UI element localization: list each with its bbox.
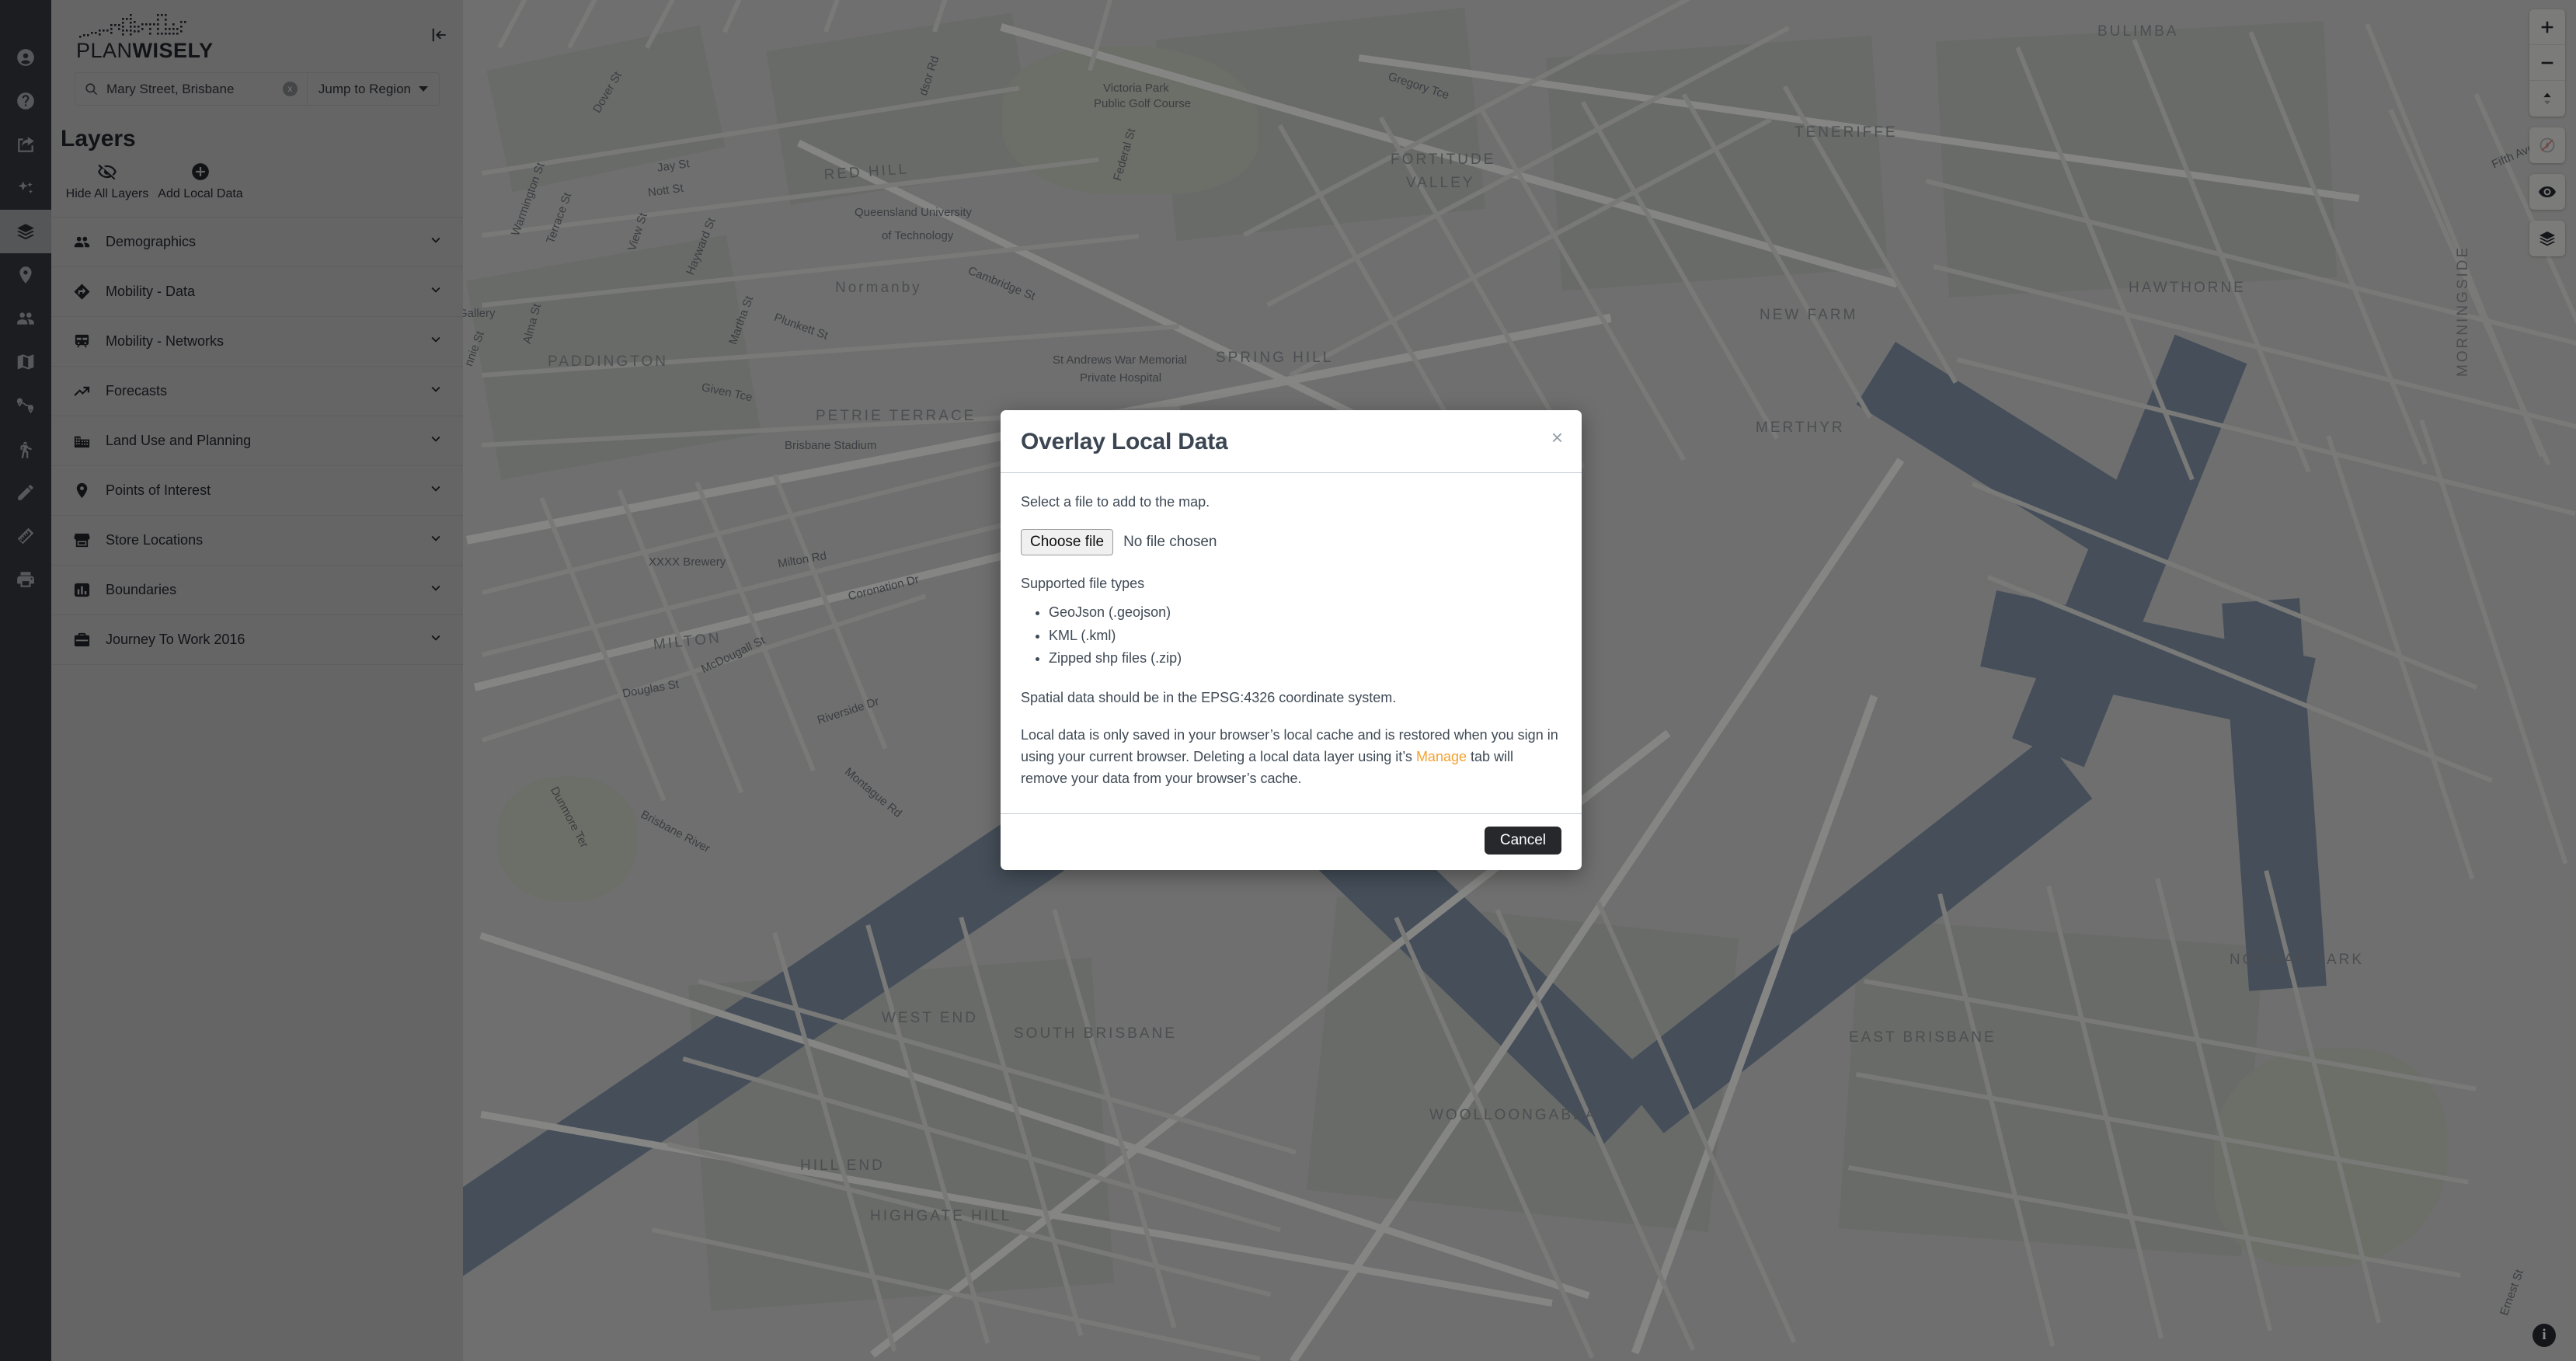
choose-file-button[interactable]: Choose file xyxy=(1021,528,1114,555)
list-item: GeoJson (.geojson) xyxy=(1049,601,1561,625)
dialog-footer: Cancel xyxy=(1001,813,1582,870)
dialog-header: Overlay Local Data × xyxy=(1001,410,1582,473)
close-icon[interactable]: × xyxy=(1551,427,1563,447)
list-item: KML (.kml) xyxy=(1049,625,1561,648)
cache-note: Local data is only saved in your browser… xyxy=(1021,725,1561,790)
crs-note: Spatial data should be in the EPSG:4326 … xyxy=(1021,689,1397,705)
dialog-intro-text: Select a file to add to the map. xyxy=(1021,494,1210,510)
file-status-label: No file chosen xyxy=(1123,533,1217,550)
dialog-body: Select a file to add to the map. Choose … xyxy=(1001,473,1582,813)
manage-link[interactable]: Manage xyxy=(1416,749,1467,764)
overlay-local-data-dialog: Overlay Local Data × Select a file to ad… xyxy=(1001,410,1582,870)
cancel-button[interactable]: Cancel xyxy=(1484,826,1561,855)
planwisely-app: Dover St Jay St Nott St RED HILL dsor Rd Fede… xyxy=(0,0,2576,1361)
dialog-title: Overlay Local Data xyxy=(1021,429,1228,454)
list-item: Zipped shp files (.zip) xyxy=(1049,647,1561,670)
supported-types-heading: Supported file types xyxy=(1021,575,1145,591)
supported-types-list: GeoJson (.geojson) KML (.kml) Zipped shp… xyxy=(1049,601,1561,670)
file-picker[interactable]: Choose file No file chosen xyxy=(1021,528,1561,555)
